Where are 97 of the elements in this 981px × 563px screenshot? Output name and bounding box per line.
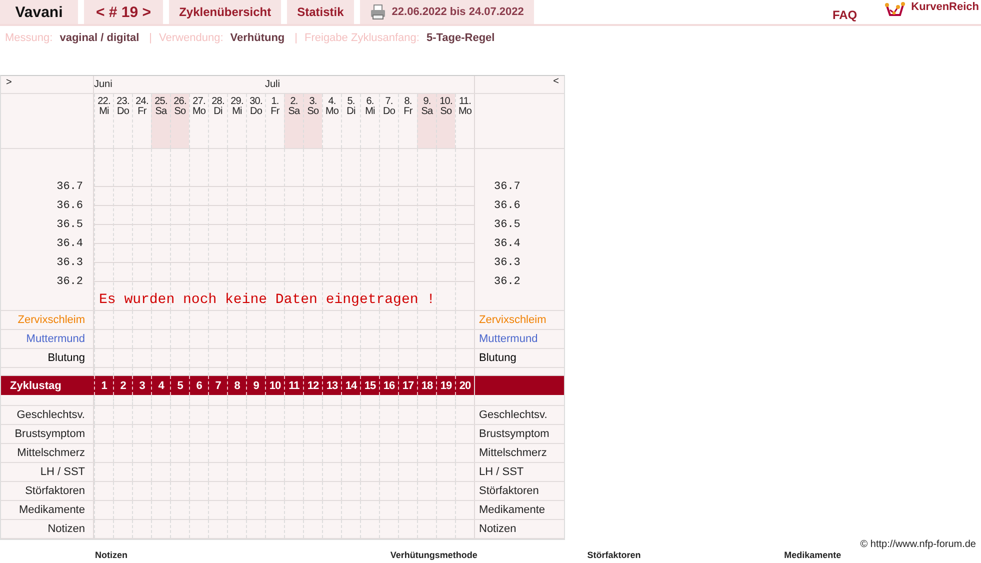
month-label: Juni (94, 79, 112, 90)
section-heading: Verhütungsmethode (390, 550, 478, 560)
cycle-day-number: 6 (189, 376, 208, 395)
cycle-day-number: 9 (246, 376, 265, 395)
day-header: 22. Mi (94, 94, 113, 148)
cycle-day-label: Zyklustag (10, 380, 62, 392)
info-label: Verwendung: (159, 32, 224, 44)
day-header: 9. Sa (417, 94, 436, 148)
day-header: 5. Di (341, 94, 360, 148)
printer-icon[interactable] (370, 4, 386, 20)
row-label: Blutung (48, 352, 85, 364)
date-range: 22.06.2022 bis 24.07.2022 (392, 6, 524, 18)
row-label: Geschlechtsv. (16, 409, 85, 421)
cycle-day-number: 19 (436, 376, 455, 395)
no-data-message: Es wurden noch keine Daten eingetragen ! (99, 292, 436, 308)
row-label: Medikamente (18, 504, 85, 516)
cycle-day-number: 5 (170, 376, 189, 395)
day-header: 10. So (436, 94, 455, 148)
row-label: Blutung (479, 352, 516, 364)
cycle-day-number: 12 (303, 376, 322, 395)
temperature-label: 36.7 (56, 180, 83, 195)
cycle-day-number: 18 (417, 376, 436, 395)
cycle-day-number: 14 (341, 376, 360, 395)
row-label: Geschlechtsv. (479, 409, 548, 421)
day-header: 7. Do (379, 94, 398, 148)
row-label: Brustsymptom (479, 428, 550, 440)
temperature-label: 36.5 (56, 218, 83, 233)
user-name: Vavani (0, 0, 78, 24)
info-value: Verhütung (230, 32, 285, 44)
day-header: 29. Mi (227, 94, 246, 148)
day-header: 23. Do (113, 94, 132, 148)
info-label: Freigabe Zyklusanfang: (304, 32, 420, 44)
cycle-day-number: 7 (208, 376, 227, 395)
row-label: Störfaktoren (479, 485, 539, 497)
day-header: 27. Mo (189, 94, 208, 148)
separator: | (294, 32, 298, 44)
section-heading: Notizen (95, 550, 128, 560)
cycle-day-number: 10 (265, 376, 284, 395)
nav-tab[interactable]: Zyklenübersicht (169, 0, 282, 24)
temperature-label: 36.3 (494, 256, 520, 271)
cycle-day-number: 3 (132, 376, 151, 395)
row-label: Störfaktoren (25, 485, 85, 497)
cycle-navigation[interactable]: < # 19 > (84, 0, 164, 24)
day-header: 6. Mi (360, 94, 379, 148)
temperature-label: 36.6 (494, 199, 520, 214)
row-label: LH / SST (479, 466, 524, 478)
cycle-day-number: 11 (284, 376, 303, 395)
row-label: Muttermund (26, 333, 85, 345)
day-header: 28. Di (208, 94, 227, 148)
day-header: 2. Sa (284, 94, 303, 148)
faq-link[interactable]: FAQ (832, 8, 858, 22)
temperature-label: 36.6 (56, 199, 83, 214)
nav-tab[interactable]: Statistik (287, 0, 354, 24)
row-label: Zervixschleim (18, 314, 85, 326)
row-label: Mittelschmerz (17, 447, 85, 459)
cycle-day-number: 20 (455, 376, 474, 395)
basket-logo-icon (885, 1, 906, 17)
cycle-day-number: 16 (379, 376, 398, 395)
temperature-label: 36.3 (56, 256, 83, 271)
row-label: Notizen (479, 523, 516, 535)
row-label: Mittelschmerz (479, 447, 547, 459)
brand-name: KurvenReich (911, 1, 979, 13)
day-header: 25. Sa (151, 94, 170, 148)
day-header: 11. Mo (455, 94, 474, 148)
cycle-day-number: 17 (398, 376, 417, 395)
info-value: 5-Tage-Regel (426, 32, 495, 44)
row-label: Muttermund (479, 333, 538, 345)
row-label: Medikamente (479, 504, 546, 516)
cycle-day-number: 4 (151, 376, 170, 395)
row-label: Zervixschleim (479, 314, 546, 326)
scroll-right-arrow[interactable]: < (548, 76, 564, 87)
cycle-day-number: 8 (227, 376, 246, 395)
row-label: Notizen (48, 523, 85, 535)
temperature-label: 36.4 (56, 237, 83, 252)
day-header: 3. So (303, 94, 322, 148)
cycle-day-number: 2 (113, 376, 132, 395)
info-value: vaginal / digital (60, 32, 140, 44)
section-heading: Störfaktoren (587, 550, 642, 560)
temperature-label: 36.5 (494, 218, 520, 233)
day-header: 26. So (170, 94, 189, 148)
temperature-label: 36.2 (56, 275, 83, 290)
scroll-left-arrow[interactable]: > (1, 77, 17, 88)
row-label: LH / SST (40, 466, 85, 478)
day-header: 30. Do (246, 94, 265, 148)
info-label: Messung: (5, 32, 53, 44)
day-header: 4. Mo (322, 94, 341, 148)
cycle-day-number: 1 (94, 376, 113, 395)
copyright-link[interactable]: © http://www.nfp-forum.de (0, 540, 981, 550)
month-label: Juli (265, 79, 280, 90)
temperature-label: 36.2 (494, 275, 520, 290)
separator: | (149, 32, 152, 44)
temperature-label: 36.4 (494, 237, 520, 252)
section-heading: Medikamente (784, 550, 842, 560)
temperature-label: 36.7 (494, 180, 520, 195)
row-label: Brustsymptom (14, 428, 85, 440)
cycle-day-number: 13 (322, 376, 341, 395)
cycle-day-number: 15 (360, 376, 379, 395)
